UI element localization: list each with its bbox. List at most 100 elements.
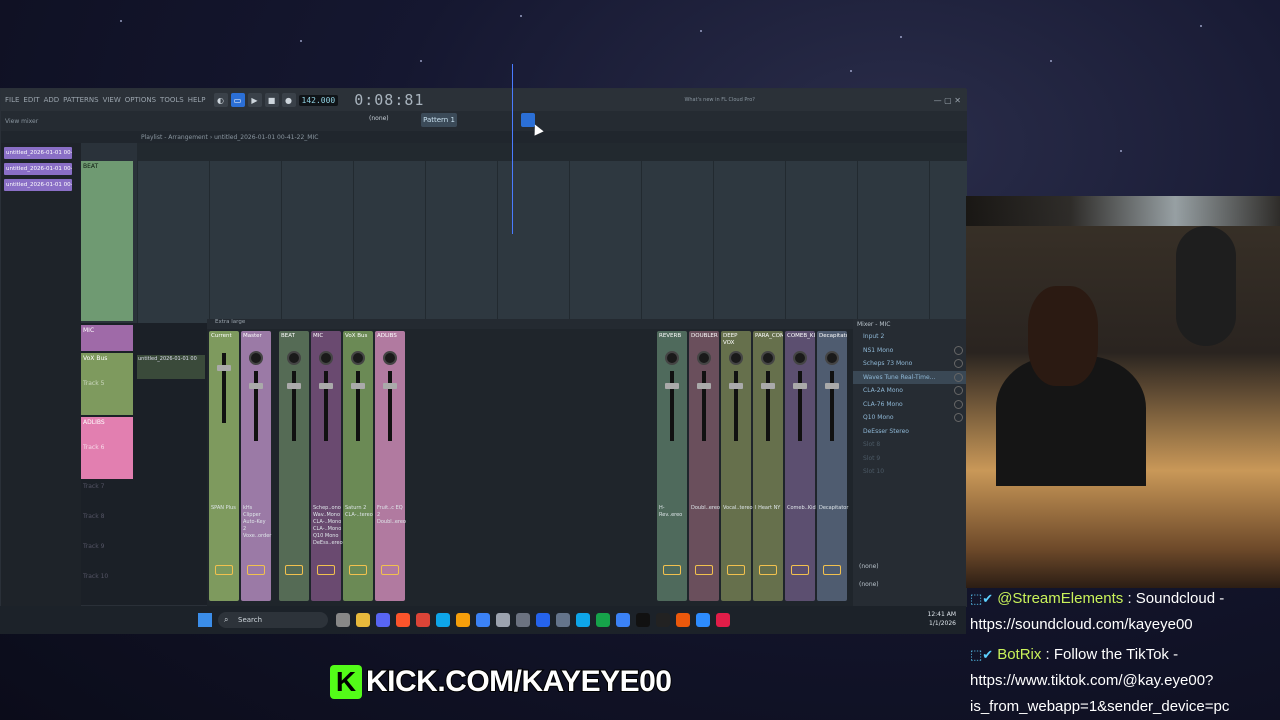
menu-edit[interactable]: EDIT <box>23 96 39 104</box>
route-icon[interactable] <box>285 565 303 575</box>
pan-knob[interactable] <box>697 351 711 365</box>
volume-fader[interactable] <box>351 371 365 441</box>
playlist-grid[interactable] <box>137 161 967 323</box>
track-8[interactable]: Track 8 <box>81 511 133 541</box>
mixer-strip-adlibs[interactable]: ADLIBS Fruit..c EQ 2 Doubl..ereo <box>375 331 406 601</box>
app-icon[interactable] <box>536 613 550 627</box>
menu-tools[interactable]: TOOLS <box>160 96 184 104</box>
mixer-strip-comeb-kid[interactable]: COMEB_KID Comeb..Kid <box>785 331 816 601</box>
pan-knob[interactable] <box>825 351 839 365</box>
menu-help[interactable]: HELP <box>188 96 206 104</box>
fx-slot[interactable]: Slot 9 <box>853 452 967 466</box>
fx-slot[interactable]: Slot 10 <box>853 465 967 479</box>
route-icon[interactable] <box>663 565 681 575</box>
pan-knob[interactable] <box>665 351 679 365</box>
app-icon[interactable] <box>596 613 610 627</box>
output-select[interactable]: (none) <box>859 563 879 570</box>
audio-clip[interactable]: untitled_2026-01-01 00 <box>137 355 205 379</box>
taskbar-search[interactable]: ⌕ Search <box>218 612 328 628</box>
menu-patterns[interactable]: PATTERNS <box>63 96 98 104</box>
brave-icon[interactable] <box>396 613 410 627</box>
app-icon[interactable] <box>516 613 530 627</box>
news-link[interactable]: What's new in FL Cloud Pro? <box>684 97 755 103</box>
mixer-strip-doubler[interactable]: DOUBLER Doubl..ereo <box>689 331 720 601</box>
fl-studio-icon[interactable] <box>456 613 470 627</box>
slot-toggle-icon[interactable] <box>954 413 963 423</box>
task-view-icon[interactable] <box>336 613 350 627</box>
app-icon[interactable] <box>556 613 570 627</box>
edge-icon[interactable] <box>576 613 590 627</box>
pattern-selector[interactable]: Pattern 1 <box>421 113 457 127</box>
pan-knob[interactable] <box>383 351 397 365</box>
mixer-strip-beat[interactable]: BEAT <box>279 331 309 601</box>
fx-slot[interactable]: Waves Tune Real-Time... <box>853 370 967 384</box>
play-icon[interactable]: ▶ <box>247 93 262 107</box>
output-select[interactable]: (none) <box>859 581 879 588</box>
pattern-none[interactable]: (none) <box>369 115 389 122</box>
pan-knob[interactable] <box>351 351 365 365</box>
fx-slot[interactable]: Slot 8 <box>853 438 967 452</box>
track-vox-bus[interactable]: VoX Bus Track 5 <box>81 353 133 415</box>
volume-fader[interactable] <box>825 371 839 441</box>
pan-knob[interactable] <box>319 351 333 365</box>
menu-add[interactable]: ADD <box>44 96 60 104</box>
volume-fader[interactable] <box>697 371 711 441</box>
mixer-strip-decapitator[interactable]: Decapitator Decapitator <box>817 331 848 601</box>
volume-fader[interactable] <box>665 371 679 441</box>
volume-fader[interactable] <box>249 371 263 441</box>
slot-toggle-icon[interactable] <box>954 399 963 409</box>
volume-fader[interactable] <box>729 371 743 441</box>
mixer-strip-para-comp[interactable]: PARA_COMP I Heart NY <box>753 331 783 601</box>
route-icon[interactable] <box>317 565 335 575</box>
volume-fader[interactable] <box>287 371 301 441</box>
mixer-strip-master[interactable]: Master kHs Clipper Auto-Key 2 Voxe..orde… <box>241 331 271 601</box>
song-mode-button[interactable]: ▭ <box>230 93 245 107</box>
app-icon[interactable] <box>616 613 630 627</box>
mixer-strip-deep-vox[interactable]: DEEP VOX Vocal..tereo <box>721 331 753 601</box>
edge-icon[interactable] <box>436 613 450 627</box>
chrome-icon[interactable] <box>416 613 430 627</box>
pan-knob[interactable] <box>729 351 743 365</box>
input-selector[interactable]: Input 2 <box>853 330 967 344</box>
tiktok-icon[interactable] <box>636 613 650 627</box>
track-7[interactable]: Track 7 <box>81 481 133 511</box>
route-icon[interactable] <box>381 565 399 575</box>
track-9[interactable]: Track 9 <box>81 541 133 571</box>
volume-fader[interactable] <box>319 371 333 441</box>
slot-toggle-icon[interactable] <box>954 372 963 382</box>
route-icon[interactable] <box>695 565 713 575</box>
discord-icon[interactable] <box>376 613 390 627</box>
menu-file[interactable]: FILE <box>5 96 19 104</box>
track-beat[interactable]: BEAT <box>81 161 133 321</box>
app-icon[interactable] <box>476 613 490 627</box>
volume-fader[interactable] <box>793 371 807 441</box>
menu-options[interactable]: OPTIONS <box>125 96 156 104</box>
browser-clip[interactable]: untitled_2026-01-01 00- <box>4 179 72 191</box>
pattern-song-toggle[interactable]: ◐ <box>213 93 228 107</box>
browser-clip[interactable]: untitled_2026-01-01 00- <box>4 147 72 159</box>
fx-slot[interactable]: NS1 Mono <box>853 344 967 358</box>
fx-slot[interactable]: Scheps 73 Mono <box>853 357 967 371</box>
fx-slot[interactable]: DeEsser Stereo <box>853 425 967 439</box>
track-mic[interactable]: MIC <box>81 325 133 351</box>
track-adlibs[interactable]: ADLIBS Track 6 <box>81 417 133 479</box>
pan-knob[interactable] <box>761 351 775 365</box>
record-icon[interactable]: ● <box>281 93 296 107</box>
system-tray-clock[interactable]: 12:41 AM 1/1/2026 <box>928 610 956 628</box>
mixer-strip-reverb[interactable]: REVERB H-Rev..ereo <box>657 331 687 601</box>
start-icon[interactable] <box>198 613 212 627</box>
menu-view[interactable]: VIEW <box>103 96 121 104</box>
zoom-icon[interactable] <box>696 613 710 627</box>
route-icon[interactable] <box>727 565 745 575</box>
playhead-marker[interactable] <box>512 64 513 234</box>
slot-toggle-icon[interactable] <box>954 345 963 355</box>
window-controls[interactable]: — ▢ ✕ <box>934 96 961 105</box>
capcut-icon[interactable] <box>656 613 670 627</box>
music-icon[interactable] <box>716 613 730 627</box>
route-icon[interactable] <box>349 565 367 575</box>
route-icon[interactable] <box>247 565 265 575</box>
volume-fader[interactable] <box>383 371 397 441</box>
vlc-icon[interactable] <box>676 613 690 627</box>
slot-toggle-icon[interactable] <box>954 386 963 396</box>
pan-knob[interactable] <box>287 351 301 365</box>
